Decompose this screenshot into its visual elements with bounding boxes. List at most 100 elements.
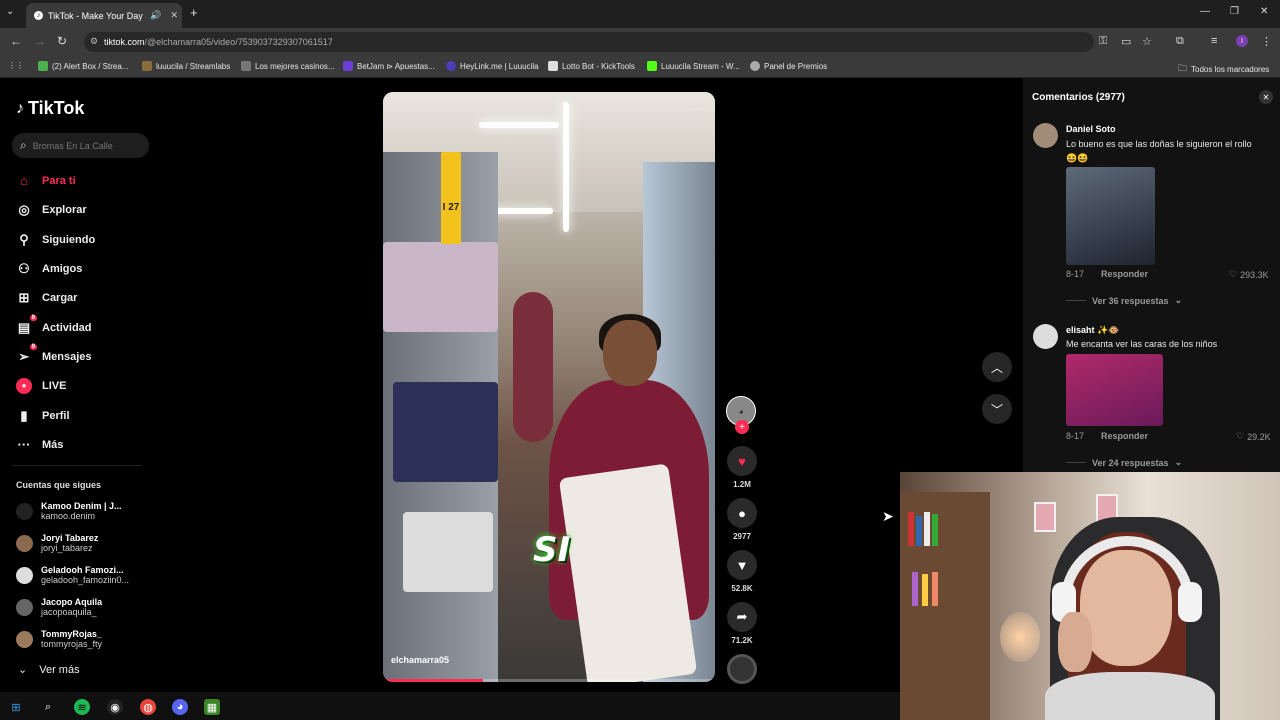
nav-explorar[interactable]: ◎ Explorar bbox=[16, 202, 86, 218]
bookmark-item[interactable]: luuucila / Streamlabs bbox=[142, 61, 230, 71]
bookmark-item[interactable]: Panel de Premios bbox=[750, 61, 827, 71]
bookmark-label: Panel de Premios bbox=[764, 61, 828, 71]
forward-icon[interactable]: → bbox=[34, 34, 46, 48]
nav-mensajes[interactable]: ➢ 9 Mensajes bbox=[16, 344, 92, 365]
comment-gif-image[interactable] bbox=[1066, 354, 1163, 426]
following-account[interactable]: TommyRojas_ tommyrojas_fty bbox=[16, 629, 102, 649]
video-player[interactable]: I 27 SI ··· elchamarra05 bbox=[383, 92, 715, 682]
reply-button[interactable]: Responder bbox=[1101, 269, 1148, 279]
close-icon[interactable]: ✕ bbox=[1259, 90, 1273, 104]
avatar[interactable] bbox=[1033, 324, 1058, 349]
search-input[interactable] bbox=[32, 140, 133, 151]
following-account[interactable]: Kamoo Denim | J... kamoo.denim bbox=[16, 501, 122, 521]
nav-siguiendo[interactable]: ⚲ Siguiendo bbox=[16, 232, 95, 248]
save-action[interactable]: ▼ 52.8K bbox=[726, 550, 758, 593]
nav-actividad[interactable]: ▤ 9 Actividad bbox=[16, 315, 92, 336]
browser-tab[interactable]: ♪ TikTok - Make Your Day 🔊 ✕ bbox=[26, 3, 182, 28]
browser-menu-icon[interactable]: ⋮ bbox=[1261, 35, 1272, 48]
comment-gif-image[interactable] bbox=[1066, 167, 1155, 265]
following-account[interactable]: Geladooh Famozi... geladooh_famoziin0... bbox=[16, 565, 129, 585]
bookmark-label: luuucila / Streamlabs bbox=[156, 61, 231, 71]
heart-outline-icon: ♡ bbox=[1229, 269, 1238, 279]
profile-icon: ▮ bbox=[20, 408, 28, 423]
search-icon[interactable]: ⌕ bbox=[40, 699, 56, 715]
nav-perfil[interactable]: ▮ Perfil bbox=[16, 408, 69, 424]
reading-list-icon[interactable]: ≡ bbox=[1211, 35, 1217, 47]
video-username[interactable]: elchamarra05 bbox=[391, 655, 449, 665]
bookmark-item[interactable]: (2) Alert Box / Strea... bbox=[38, 61, 128, 71]
account-handle: kamoo.denim bbox=[41, 511, 96, 521]
nav-live[interactable]: ● LIVE bbox=[16, 378, 66, 394]
like-action[interactable]: ♥ 1.2M bbox=[726, 446, 758, 489]
video-person-head bbox=[603, 320, 657, 386]
bookmark-item[interactable]: Luuucila Stream - W... bbox=[647, 61, 740, 71]
bookmark-item[interactable]: Lotto Bot - KickTools bbox=[548, 61, 635, 71]
view-replies-button[interactable]: Ver 36 respuestas ⌄ bbox=[1066, 295, 1182, 306]
live-icon: ● bbox=[16, 378, 32, 394]
following-account[interactable]: Jacopo Aquila jacopoaquila_ bbox=[16, 597, 102, 617]
heart-icon[interactable]: ♥ bbox=[727, 446, 757, 476]
extensions-icon[interactable]: ⧉ bbox=[1176, 35, 1184, 48]
maximize-icon[interactable]: ❐ bbox=[1230, 6, 1239, 17]
obs-icon[interactable]: ◉ bbox=[107, 699, 123, 715]
comment-author-row[interactable]: elisaht ✨🐵 bbox=[1066, 325, 1119, 336]
bookmark-star-icon[interactable]: ☆ bbox=[1142, 35, 1152, 48]
windows-start-icon[interactable]: ⊞ bbox=[8, 699, 24, 715]
bookmark-item[interactable]: HeyLink.me | Luuucila bbox=[446, 61, 539, 71]
reply-button[interactable]: Responder bbox=[1101, 431, 1148, 441]
close-tab-icon[interactable]: ✕ bbox=[170, 10, 178, 21]
comment-like-button[interactable]: ♡ 29.2K bbox=[1236, 431, 1271, 442]
video-scene-product bbox=[383, 242, 498, 332]
share-action[interactable]: ➦ 71.2K bbox=[726, 602, 758, 645]
tab-search-icon[interactable]: ⌄ bbox=[6, 6, 14, 17]
share-icon[interactable]: ➦ bbox=[727, 602, 757, 632]
video-progress-bar[interactable] bbox=[383, 679, 715, 682]
bookmark-item[interactable]: BetJam ⊳ Apuestas... bbox=[343, 61, 435, 71]
see-more-button[interactable]: ⌄ Ver más bbox=[18, 663, 80, 677]
view-replies-button[interactable]: Ver 24 respuestas ⌄ bbox=[1066, 457, 1182, 468]
account-name: Geladooh Famozi... bbox=[41, 565, 124, 575]
account-handle: jacopoaquila_ bbox=[41, 607, 97, 617]
webcam-book bbox=[932, 514, 938, 546]
cast-icon[interactable]: ▭ bbox=[1121, 35, 1131, 48]
save-count: 52.8K bbox=[731, 584, 753, 593]
minimize-icon[interactable]: — bbox=[1200, 6, 1210, 17]
apps-icon[interactable]: ⋮⋮ bbox=[8, 61, 24, 70]
close-window-icon[interactable]: ✕ bbox=[1260, 6, 1268, 17]
minecraft-icon[interactable]: ▦ bbox=[204, 699, 220, 715]
video-more-icon[interactable]: ··· bbox=[689, 100, 703, 116]
site-info-icon[interactable]: ⚙ bbox=[90, 36, 98, 47]
comment-icon[interactable]: ● bbox=[727, 498, 757, 528]
more-icon: ··· bbox=[17, 437, 31, 452]
reload-icon[interactable]: ↻ bbox=[57, 34, 67, 48]
chevron-up-icon: ︿ bbox=[990, 360, 1003, 375]
new-tab-button[interactable]: + bbox=[190, 5, 198, 20]
bookmark-icon[interactable]: ▼ bbox=[727, 550, 757, 580]
nav-para-ti[interactable]: ⌂ Para ti bbox=[16, 173, 76, 188]
following-account[interactable]: Joryi Tabarez joryi_tabarez bbox=[16, 533, 98, 553]
search-box[interactable]: ⌕ bbox=[12, 133, 149, 158]
view-replies-label: Ver 24 respuestas bbox=[1092, 457, 1169, 468]
comment-author[interactable]: Daniel Soto bbox=[1066, 124, 1116, 134]
follow-plus-icon[interactable]: + bbox=[735, 420, 749, 434]
avatar[interactable] bbox=[1033, 123, 1058, 148]
bookmark-item[interactable]: Los mejores casinos... bbox=[241, 61, 335, 71]
back-icon[interactable]: ← bbox=[10, 34, 22, 48]
all-bookmarks-folder[interactable]: 🗀 Todos los marcadores bbox=[1178, 61, 1269, 77]
next-video-button[interactable]: ﹀ bbox=[982, 394, 1012, 424]
nav-mas[interactable]: ··· Más bbox=[16, 437, 64, 452]
comment-action[interactable]: ● 2977 bbox=[726, 498, 758, 541]
spotify-icon[interactable]: ≋ bbox=[74, 699, 90, 715]
previous-video-button[interactable]: ︿ bbox=[982, 352, 1012, 382]
audio-playing-icon[interactable]: 🔊 bbox=[150, 10, 161, 21]
nav-amigos[interactable]: ⚇ Amigos bbox=[16, 261, 82, 277]
password-key-icon[interactable]: ⚿ bbox=[1099, 35, 1107, 48]
discord-icon[interactable]: ◕ bbox=[172, 699, 188, 715]
profile-avatar[interactable]: I bbox=[1236, 35, 1248, 47]
nav-cargar[interactable]: ⊞ Cargar bbox=[16, 290, 78, 306]
music-disc-icon[interactable] bbox=[727, 654, 757, 684]
tiktok-logo[interactable]: ♪ TikTok bbox=[16, 98, 84, 119]
comment-like-button[interactable]: ♡ 293.3K bbox=[1229, 269, 1269, 280]
url-field[interactable]: ⚙ tiktok.com/@elchamarra05/video/7539037… bbox=[84, 32, 1094, 52]
chrome-icon[interactable]: ◍ bbox=[140, 699, 156, 715]
